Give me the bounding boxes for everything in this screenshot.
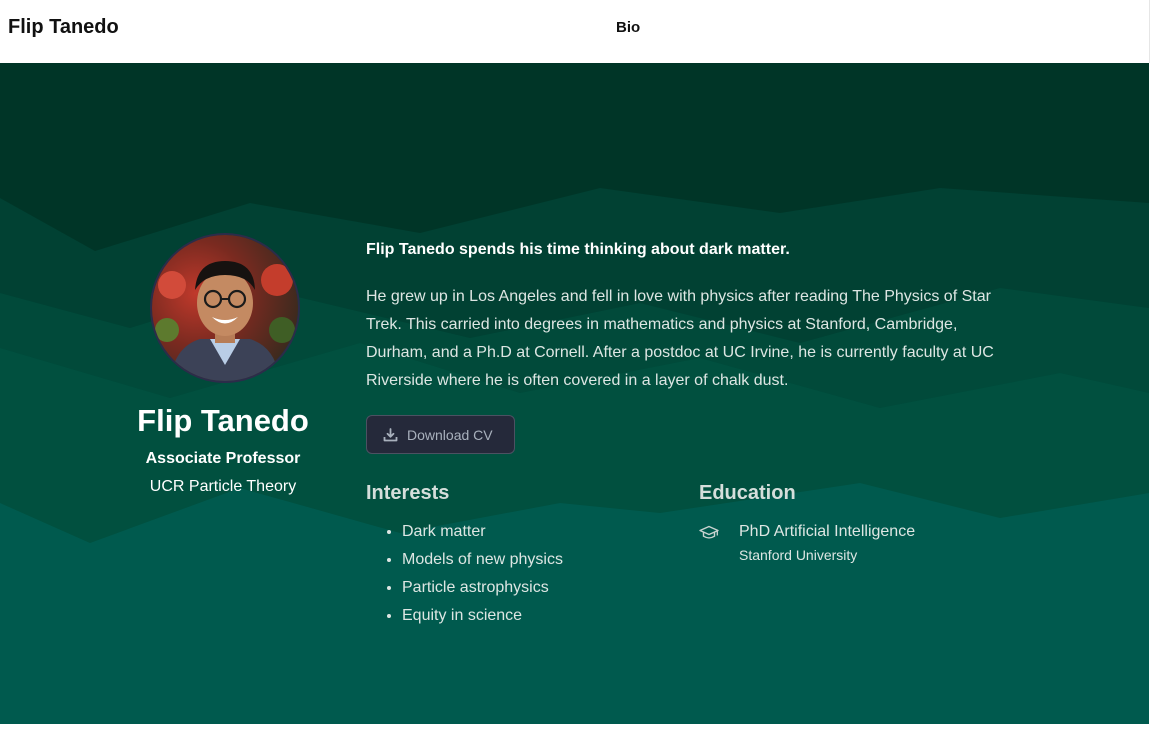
download-icon [383, 427, 398, 441]
bio-body: He grew up in Los Angeles and fell in lo… [366, 288, 994, 389]
interest-item: Equity in science [402, 602, 563, 630]
nav-link-bio[interactable]: Bio [616, 18, 640, 38]
download-cv-button[interactable]: Download CV [366, 415, 515, 454]
interest-item: Particle astrophysics [402, 574, 563, 602]
site-brand-link[interactable]: Flip Tanedo [8, 15, 119, 39]
profile-organization: UCR Particle Theory [149, 478, 297, 495]
profile-photo [152, 235, 298, 381]
hero-section: Flip Tanedo Associate Professor UCR Part… [0, 63, 1149, 724]
interest-item: Dark matter [402, 518, 563, 546]
interest-item: Models of new physics [402, 546, 563, 574]
graduation-cap-icon [699, 525, 719, 539]
profile-name: Flip Tanedo [137, 403, 309, 438]
profile-avatar [150, 233, 300, 383]
education-institution: Stanford University [739, 547, 858, 563]
interests-list: Dark matter Models of new physics Partic… [366, 518, 563, 630]
bio-lead: Flip Tanedo spends his time thinking abo… [366, 241, 790, 258]
profile-role: Associate Professor [145, 450, 301, 467]
top-navbar: Flip Tanedo Bio [0, 0, 1150, 63]
download-cv-label: Download CV [407, 426, 493, 443]
education-heading: Education [699, 482, 796, 504]
interests-heading: Interests [366, 482, 450, 504]
education-degree: PhD Artificial Intelligence [739, 523, 916, 540]
